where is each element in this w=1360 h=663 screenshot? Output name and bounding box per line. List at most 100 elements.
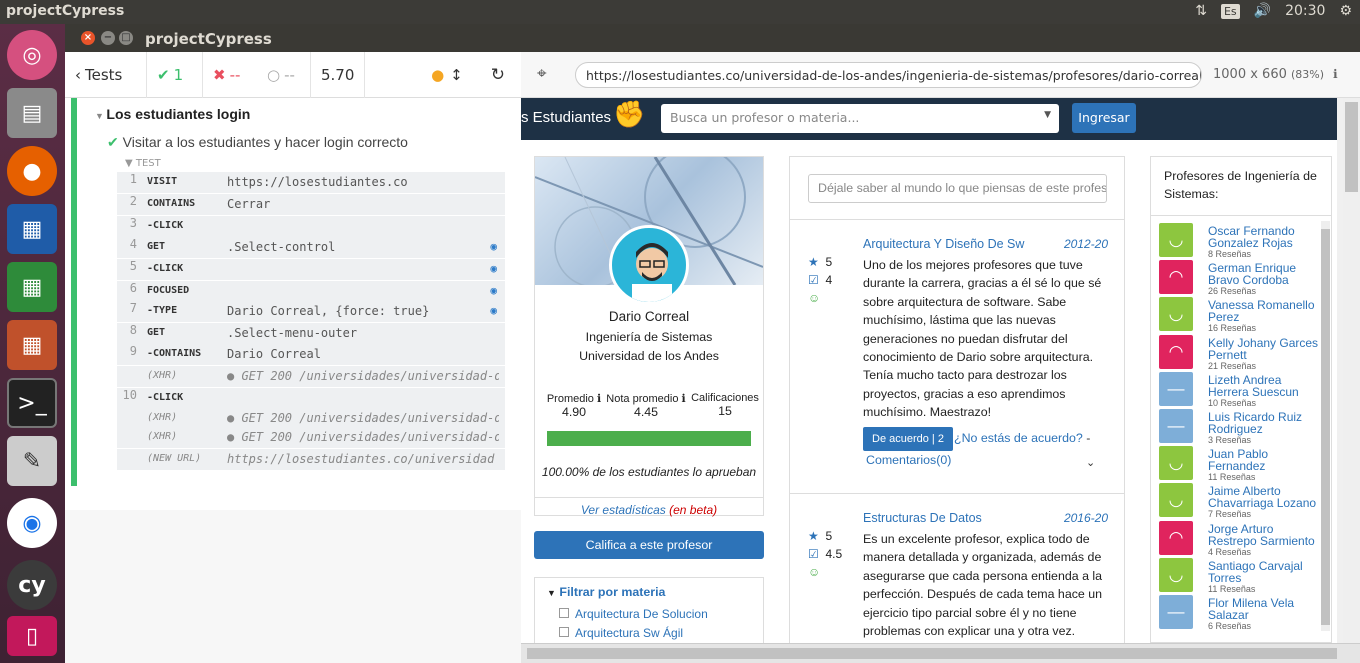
professor-item[interactable]: ◡ Juan Pablo Fernandez 11 Reseñas	[1159, 446, 1319, 483]
review-subject[interactable]: Estructuras De Datos	[863, 511, 982, 525]
list-scrollbar[interactable]	[1321, 221, 1330, 631]
professor-item[interactable]: — Luis Ricardo Ruiz Rodriguez 3 Reseñas	[1159, 409, 1319, 446]
command-row[interactable]: 2 CONTAINS Cerrar	[117, 194, 505, 215]
review-count: 11 Reseñas	[1208, 472, 1256, 483]
professor-item[interactable]: — Lizeth Andrea Herrera Suescun 10 Reseñas	[1159, 371, 1320, 409]
filter-item[interactable]: Arquitectura Sw Ágil	[559, 626, 683, 640]
eye-icon: ◉	[490, 284, 497, 297]
trash-icon[interactable]: ▯	[7, 616, 57, 656]
command-row[interactable]: 1 VISIT https://losestudiantes.co	[117, 172, 505, 193]
stat-promedio: Promedio ℹ 4.90	[546, 393, 602, 419]
professor-link[interactable]: German Enrique Bravo Cordoba	[1208, 262, 1320, 286]
filter-item[interactable]: Arquitectura De Solucion	[559, 607, 708, 621]
ubuntu-icon[interactable]: ◎	[7, 30, 57, 80]
command-row[interactable]: 10 -CLICK	[117, 388, 505, 409]
command-row[interactable]: 9 -CONTAINS Dario Correal	[117, 344, 505, 365]
command-row[interactable]: (XHR) ● GET 200 /universidades/universida…	[117, 427, 505, 448]
professor-item[interactable]: ◡ Vanessa Romanello Perez 16 Reseñas	[1159, 297, 1319, 334]
professor-link[interactable]: Lizeth Andrea Herrera Suescun	[1208, 374, 1320, 398]
gear-icon[interactable]: ⚙	[1339, 3, 1352, 19]
terminal-icon[interactable]: >_	[7, 378, 57, 428]
professor-item[interactable]: ◡ Jaime Alberto Chavarriaga Lozano 7 Reseñ…	[1159, 483, 1319, 520]
check-icon: ✔	[157, 65, 170, 84]
stats-link[interactable]: Ver estadísticas (en beta)	[535, 497, 763, 523]
professor-link[interactable]: Jaime Alberto Chavarriaga Lozano	[1208, 485, 1320, 509]
happy-face-icon: ◡	[1159, 483, 1193, 518]
page-scrollbar[interactable]	[1343, 98, 1360, 643]
professor-item[interactable]: — Flor Milena Vela Salazar 6 Reseñas	[1159, 595, 1319, 632]
command-row[interactable]: 4 GET .Select-control ◉	[117, 237, 505, 258]
site-brand[interactable]: s Estudiantes	[521, 109, 611, 126]
files-icon[interactable]: ▤	[7, 88, 57, 138]
pending-count: ○ --	[257, 51, 311, 98]
disagree-link[interactable]: ¿No estás de acuerdo? -	[954, 431, 1090, 445]
reviews-panel: Déjale saber al mundo lo que piensas de …	[789, 156, 1125, 643]
professor-card: Dario Correal Ingeniería de Sistemas Uni…	[534, 156, 764, 517]
maximize-icon[interactable]: □	[119, 31, 133, 45]
text-editor-icon[interactable]: ✎	[7, 436, 57, 486]
professor-link[interactable]: Santiago Carvajal Torres	[1208, 560, 1320, 584]
calc-icon[interactable]: ▦	[7, 262, 57, 312]
suite-title[interactable]: ▼ Los estudiantes login	[95, 106, 250, 122]
command-message: ● GET 200 /universidades/universidad-de-	[227, 430, 499, 444]
professor-item[interactable]: ◠ German Enrique Bravo Cordoba 26 Reseñas	[1159, 260, 1319, 297]
cypress-icon[interactable]: cy	[7, 560, 57, 610]
rate-professor-button[interactable]: Califica a este profesor	[534, 531, 764, 559]
firefox-icon[interactable]: ●	[7, 146, 57, 196]
professor-link[interactable]: Juan Pablo Fernandez	[1208, 448, 1320, 472]
professor-item[interactable]: ◠ Kelly Johany Garces Pernett 21 Reseñas	[1159, 334, 1320, 372]
command-row[interactable]: (XHR) ● GET 200 /universidades/universida…	[117, 408, 505, 429]
professor-item[interactable]: ◡ Santiago Carvajal Torres 11 Reseñas	[1159, 557, 1320, 595]
eye-icon: ◉	[490, 262, 497, 275]
review-score-overall: ★ 5	[808, 529, 833, 543]
neutral-face-icon: —	[1159, 409, 1193, 443]
agree-button[interactable]: De acuerdo | 2	[863, 427, 953, 451]
command-number: 3	[129, 216, 137, 230]
url-field[interactable]: https://losestudiantes.co/universidad-de…	[575, 62, 1202, 88]
command-row[interactable]: (NEW URL) https://losestudiantes.co/unive…	[117, 449, 505, 470]
filter-title[interactable]: ▼ Filtrar por materia	[547, 585, 665, 599]
command-name: (XHR)	[147, 412, 178, 423]
command-row[interactable]: 7 -TYPE Dario Correal, {force: true} ◉	[117, 301, 505, 322]
info-icon[interactable]: ℹ	[1333, 67, 1338, 81]
crosshair-icon[interactable]: ⌖	[537, 64, 547, 84]
professor-search[interactable]: Busca un profesor o materia... ▼	[661, 104, 1059, 133]
professor-link[interactable]: Kelly Johany Garces Pernett	[1208, 337, 1320, 361]
writer-icon[interactable]: ▦	[7, 204, 57, 254]
review-count: 3 Reseñas	[1208, 435, 1252, 445]
reload-icon[interactable]: ↻	[491, 65, 505, 85]
chevron-left-icon: ‹	[75, 65, 81, 84]
professor-link[interactable]: Vanessa Romanello Perez	[1208, 299, 1320, 323]
command-row[interactable]: 6 FOCUSED ◉	[117, 281, 505, 302]
horizontal-scrollbar[interactable]	[521, 643, 1360, 663]
professor-link[interactable]: Jorge Arturo Restrepo Sarmiento	[1208, 523, 1320, 547]
clock[interactable]: 20:30	[1285, 3, 1325, 19]
comments-link[interactable]: Comentarios(0)	[866, 453, 951, 467]
professor-link[interactable]: Flor Milena Vela Salazar	[1208, 597, 1320, 621]
keyboard-lang-indicator[interactable]: Es	[1220, 3, 1240, 19]
chevron-down-icon[interactable]: ⌄	[1086, 456, 1095, 469]
login-button[interactable]: Ingresar	[1072, 103, 1136, 133]
network-icon[interactable]: ⇅	[1195, 3, 1207, 19]
impress-icon[interactable]: ▦	[7, 320, 57, 370]
tests-button[interactable]: ‹ Tests	[65, 51, 147, 98]
comment-input[interactable]: Déjale saber al mundo lo que piensas de …	[808, 174, 1107, 203]
command-row[interactable]: 8 GET .Select-menu-outer	[117, 323, 505, 344]
command-row[interactable]: (XHR) ● GET 200 /universidades/universida…	[117, 366, 505, 387]
command-row[interactable]: 5 -CLICK ◉	[117, 259, 505, 280]
review-count: 7 Reseñas	[1208, 509, 1252, 520]
review-subject[interactable]: Arquitectura Y Diseño De Sw	[863, 237, 1024, 251]
test-section-label[interactable]: ▼ TEST	[125, 158, 161, 169]
professor-item[interactable]: ◠ Jorge Arturo Restrepo Sarmiento 4 Reseña…	[1159, 520, 1320, 558]
test-title[interactable]: ✔ Visitar a los estudiantes y hacer logi…	[107, 134, 408, 151]
chrome-icon[interactable]: ◉	[7, 498, 57, 548]
close-icon[interactable]: ×	[81, 31, 95, 45]
volume-icon[interactable]: 🔊	[1254, 3, 1271, 19]
minimize-icon[interactable]: −	[101, 31, 115, 45]
scroll-toggle-icon[interactable]: ↕	[450, 66, 463, 84]
professor-item[interactable]: ◡ Oscar Fernando Gonzalez Rojas 8 Reseñas	[1159, 223, 1319, 260]
command-row[interactable]: 3 -CLICK	[117, 216, 505, 237]
professor-link[interactable]: Oscar Fernando Gonzalez Rojas	[1208, 225, 1320, 249]
professor-link[interactable]: Luis Ricardo Ruiz Rodriguez	[1208, 411, 1320, 435]
review-count: 26 Reseñas	[1208, 286, 1257, 297]
